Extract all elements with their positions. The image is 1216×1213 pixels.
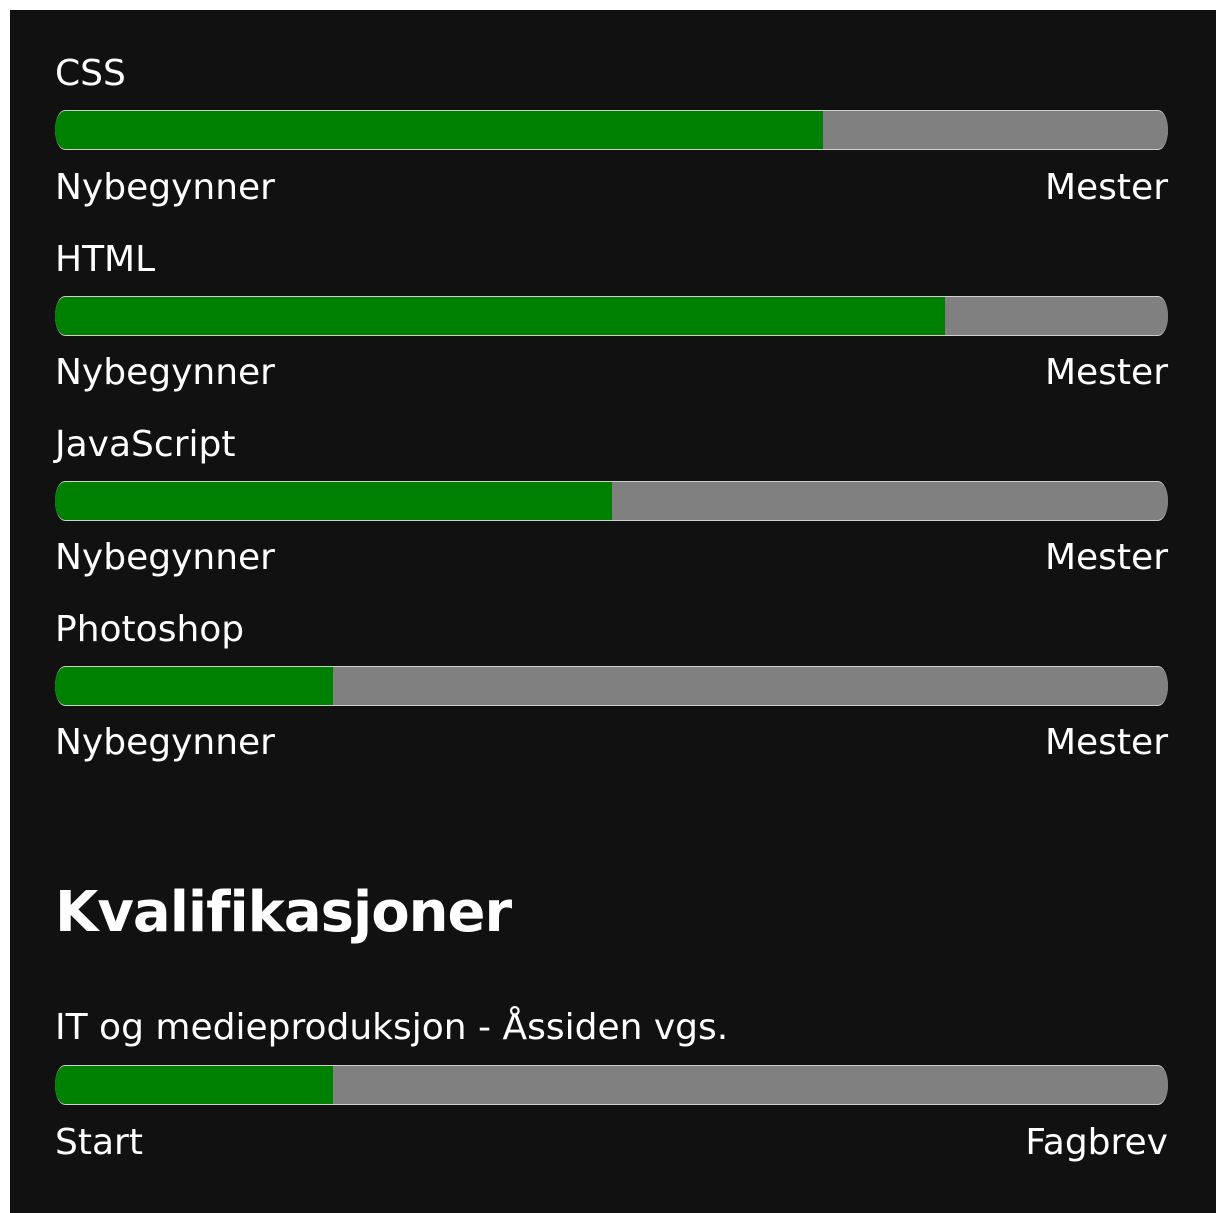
skill-progress-bar: [55, 666, 1168, 706]
qualification-progress-fill: [55, 1066, 334, 1104]
qualification-progress-bar: [55, 1065, 1168, 1105]
scale-max-label: Mester: [1044, 352, 1168, 393]
scale-min-label: Start: [55, 1122, 143, 1163]
qualification-title: IT og medieproduksjon - Åssiden vgs.: [55, 1007, 729, 1048]
skill-scale: Nybegynner Mester: [55, 536, 1168, 580]
scale-max-label: Mester: [1044, 537, 1168, 578]
scale-max-label: Mester: [1044, 722, 1168, 763]
scale-min-label: Nybegynner: [55, 722, 275, 763]
qualification-scale: Start Fagbrev: [55, 1121, 1168, 1165]
skill-progress-fill: [55, 667, 334, 705]
skill-progress-bar: [55, 481, 1168, 521]
skill-progress-fill: [55, 297, 946, 335]
qualifications-heading: Kvalifikasjoner: [55, 880, 512, 945]
skills-panel: CSS Nybegynner Mester HTML Nybegynner Me…: [10, 10, 1216, 1213]
skill-scale: Nybegynner Mester: [55, 351, 1168, 395]
skill-title: CSS: [55, 53, 126, 94]
skill-scale: Nybegynner Mester: [55, 721, 1168, 765]
skill-scale: Nybegynner Mester: [55, 166, 1168, 210]
scale-min-label: Nybegynner: [55, 537, 275, 578]
skill-progress-fill: [55, 482, 612, 520]
scale-min-label: Nybegynner: [55, 167, 275, 208]
scale-min-label: Nybegynner: [55, 352, 275, 393]
skill-title: Photoshop: [55, 609, 245, 650]
scale-max-label: Mester: [1044, 167, 1168, 208]
scale-max-label: Fagbrev: [1025, 1122, 1168, 1163]
skill-progress-bar: [55, 110, 1168, 150]
skill-title: HTML: [55, 239, 156, 280]
skill-title: JavaScript: [55, 424, 236, 465]
skill-progress-fill: [55, 111, 823, 149]
skill-progress-bar: [55, 296, 1168, 336]
